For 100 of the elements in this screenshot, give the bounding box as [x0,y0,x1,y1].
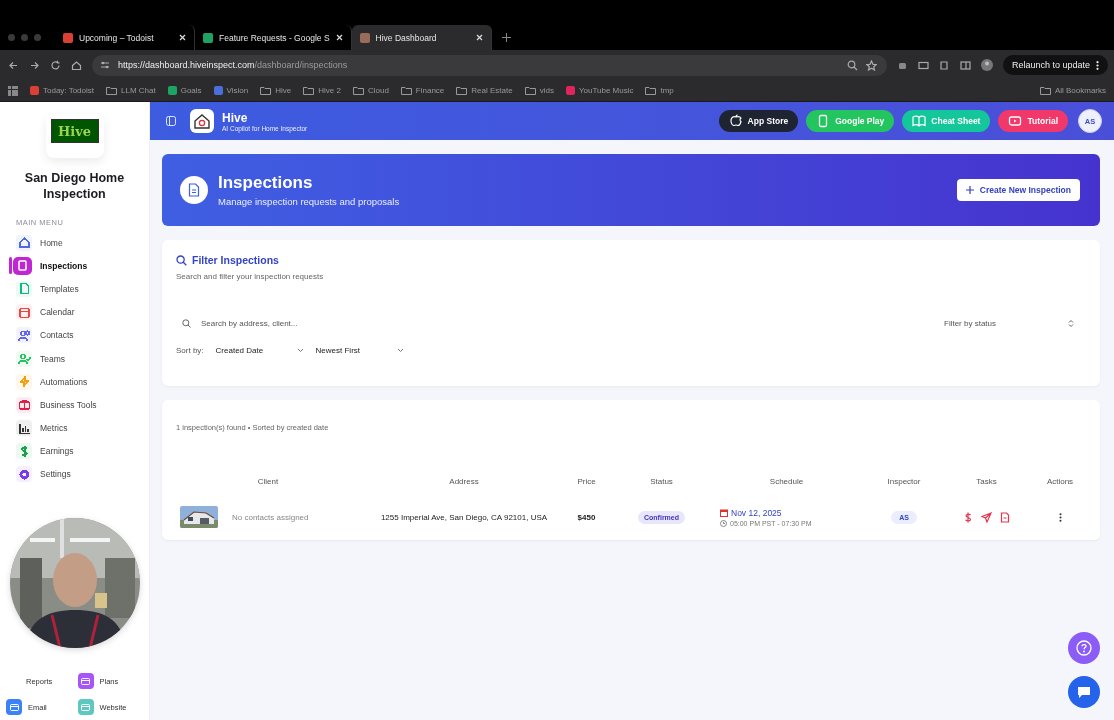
house-icon [193,112,211,130]
card-subtitle: Search and filter your inspection requests [176,272,325,281]
menu-item[interactable]: Contacts [0,323,149,347]
bookmark[interactable]: Hive [260,86,292,95]
bookmark[interactable]: tmp [645,86,674,95]
new-tab-icon[interactable] [501,33,511,42]
table-cell: No contacts assigned [232,512,309,522]
menu-item[interactable]: Metrics [0,416,149,440]
bookmark[interactable]: LLM Chat [106,86,156,95]
menu-item[interactable]: Settings [0,462,149,487]
more-icon [1096,60,1099,70]
window-icon [81,677,90,685]
store-button[interactable]: App Store [718,110,799,132]
menu-item[interactable]: Calendar [0,300,149,324]
chevron-down-icon [396,348,404,353]
column-header: Status [649,476,674,488]
apps-icon[interactable] [8,85,18,96]
bookmark[interactable]: Cloud [352,86,389,95]
all-bookmarks[interactable]: All Bookmarks [1039,86,1106,95]
forward-icon[interactable] [29,59,40,71]
bookmark[interactable]: Goals [167,86,202,95]
chat-icon [1076,684,1092,700]
chevron-updown-icon [1068,318,1074,328]
table-cell-text: $450 [576,512,597,522]
column-header: Price [576,476,597,488]
menu-item[interactable]: Inspections [0,254,149,278]
profile-icon[interactable] [980,59,993,71]
folder-icon [352,86,364,95]
back-icon[interactable] [8,59,19,71]
send-icon[interactable] [981,511,992,523]
store-button[interactable]: Tutorial [998,110,1068,132]
page-title: Inspections [218,173,314,193]
logo: Hive [45,114,104,158]
calendar-icon [720,508,728,517]
menu-item[interactable]: Teams [0,346,149,371]
folder-icon [524,86,536,95]
address-bar[interactable]: https://dashboard.hiveinspect.com/dashboard/inspections [92,54,887,76]
create-inspection-button[interactable]: Create New Inspection [956,179,1080,201]
menu-item[interactable]: Earnings [0,439,149,463]
search-icon [176,254,187,266]
close-icon[interactable] [475,34,483,41]
column-header: Inspector [886,476,922,488]
folder-icon [645,86,657,95]
menu-item[interactable]: Home [0,231,149,255]
book-icon [912,114,927,128]
bookmark[interactable]: Hive 2 [303,86,341,95]
chevron-down-icon [296,348,304,353]
window-icon [81,703,90,711]
document-icon[interactable] [1000,511,1010,523]
sort-label: Sort by: [176,346,204,355]
clipboard-icon [16,259,29,273]
plus-icon [965,186,974,194]
bookmark[interactable]: Real Estate [456,86,513,95]
column-header: Actions [1045,476,1075,488]
help-button[interactable] [1068,632,1100,664]
more-icon[interactable] [1058,512,1062,522]
page-subtitle: Manage inspection requests and proposals [218,196,401,207]
play-icon [1008,114,1023,128]
column-header: Client [256,476,280,488]
dollar-icon[interactable] [963,511,973,523]
sort-order-dropdown[interactable]: Newest First [315,346,404,355]
folder-icon [400,86,412,95]
home-icon[interactable] [71,59,82,71]
site-settings-icon[interactable] [100,60,110,70]
bookmark[interactable]: vids [524,86,554,95]
menu-item[interactable]: Business Tools [0,393,149,417]
close-icon[interactable] [335,34,343,41]
bookmark[interactable]: Vision [213,86,249,95]
column-header: Address [448,476,480,488]
folder-icon [1039,86,1051,95]
sidebar-toggle-icon[interactable] [166,116,176,126]
url-text: https://dashboard.hiveinspect.com/dashboard/inspections [118,60,348,70]
bookmark[interactable]: YouTube Music [565,86,634,95]
zoom-icon[interactable] [846,59,858,71]
browser-tab[interactable]: Hive Dashboard [351,25,492,50]
card-title: Filter Inspections [192,254,279,266]
column-header: Tasks [975,476,998,488]
menu-item[interactable]: Automations [0,370,149,394]
folder-icon [106,86,117,95]
status-dropdown[interactable]: Filter by status [944,318,1080,328]
clock-icon [720,519,727,527]
document-icon [188,183,200,197]
company-name: San Diego Home Inspection [23,170,126,202]
side-panel-icon[interactable] [959,59,971,71]
apple-icon [728,114,743,128]
close-icon[interactable] [179,34,186,41]
menu-item[interactable]: Templates [0,277,149,301]
bookmark[interactable]: Today: Todoist [30,86,94,95]
folder-icon [303,86,315,95]
bookmark[interactable]: Finance [400,86,445,95]
relaunch-button[interactable]: Relaunch to update [1002,55,1108,75]
sort-field-dropdown[interactable]: Created Date [215,346,304,355]
chat-button[interactable] [1068,676,1100,708]
search-icon [182,318,191,328]
app-name: Hive [222,110,249,125]
folder-icon [456,86,468,95]
reload-icon[interactable] [50,59,61,71]
search-field[interactable]: Search by address, client... [199,317,936,329]
star-icon[interactable] [865,59,877,71]
window-icon [9,703,19,711]
